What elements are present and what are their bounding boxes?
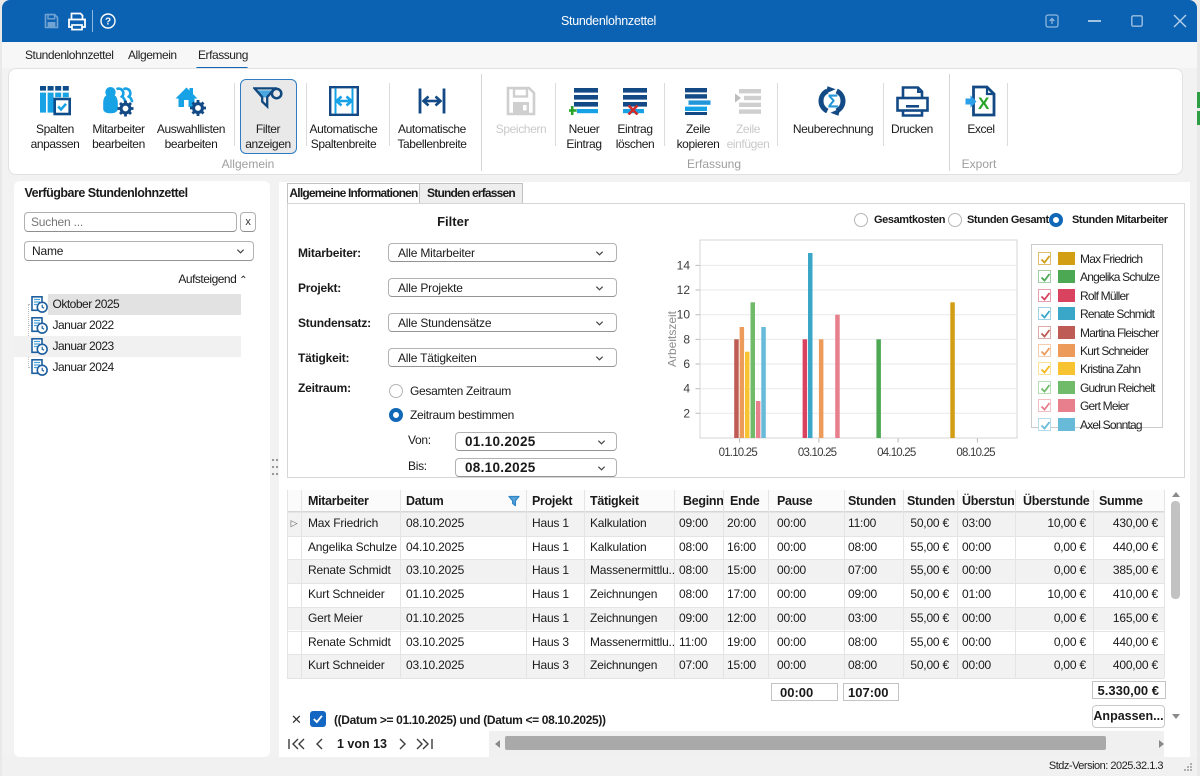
svg-text:04.10.25: 04.10.25	[877, 447, 916, 459]
svg-text:4: 4	[683, 382, 690, 396]
svg-text:Arbeitszeit: Arbeitszeit	[668, 310, 679, 367]
svg-text:12: 12	[677, 283, 691, 297]
svg-text:14: 14	[677, 258, 691, 272]
svg-text:08.10.25: 08.10.25	[956, 447, 995, 459]
svg-text:03.10.25: 03.10.25	[798, 447, 837, 459]
svg-text:8: 8	[683, 332, 690, 346]
svg-text:?: ?	[105, 17, 111, 28]
svg-text:01.10.25: 01.10.25	[719, 447, 758, 459]
svg-text:Σ: Σ	[828, 92, 839, 112]
svg-text:6: 6	[683, 357, 690, 371]
svg-text:2: 2	[683, 406, 690, 420]
svg-text:X: X	[978, 94, 990, 113]
